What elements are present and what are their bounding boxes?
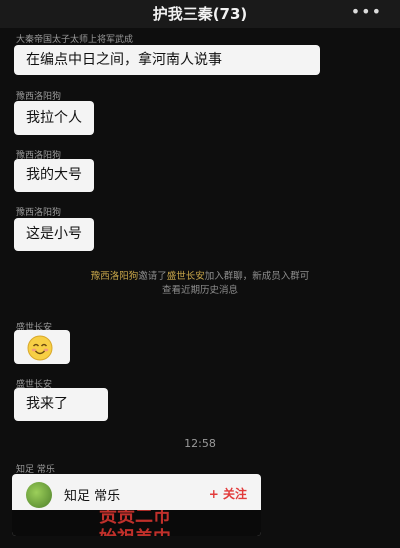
message-bubble[interactable]: 在编点中日之间，拿河南人说事 <box>14 45 320 75</box>
media-caption: 贡贡二币 始祖羌中 <box>70 510 200 536</box>
notice-rest: 加入群聊，新成员入群可 <box>204 271 310 282</box>
message-bubble[interactable]: 我来了 <box>14 388 108 421</box>
group-title: 护我三秦(73) <box>152 5 248 23</box>
invitee-name[interactable]: 盛世长安 <box>167 271 205 282</box>
card-media[interactable]: 贡贡二币 始祖羌中 <box>12 510 261 536</box>
history-link[interactable]: 查看近期历史消息 <box>162 285 238 296</box>
time-divider: 12:58 <box>184 437 216 450</box>
sender-name: 豫西洛阳狗 <box>16 208 62 218</box>
message-bubble[interactable]: 这是小号 <box>14 218 94 251</box>
green-avatar-icon <box>26 482 52 508</box>
more-dots-icon[interactable]: ••• <box>351 2 382 21</box>
card-name: 知足 常乐 <box>64 489 121 504</box>
chat-header: 护我三秦(73) ••• <box>0 0 400 28</box>
notice-verb: 邀请了 <box>138 271 167 282</box>
follow-button[interactable]: + 关注 <box>209 485 247 502</box>
message-bubble[interactable]: 我拉个人 <box>14 101 94 135</box>
chat-screen: 护我三秦(73) ••• 大秦帝国太子太师上将军武成 在编点中日之间，拿河南人说… <box>0 0 400 548</box>
message-bubble[interactable]: 我的大号 <box>14 159 94 192</box>
sender-name: 大秦帝国太子太师上将军武成 <box>16 35 134 45</box>
inviter-name[interactable]: 豫西洛阳狗 <box>91 271 139 282</box>
media-caption-line-1: 贡贡二币 <box>99 510 171 527</box>
shared-profile-card[interactable]: 知足 常乐 + 关注 贡贡二币 始祖羌中 <box>12 474 261 536</box>
smiling-emoji-icon <box>27 335 53 361</box>
media-caption-line-2: 始祖羌中 <box>99 528 171 536</box>
system-notice: 豫西洛阳狗邀请了盛世长安加入群聊，新成员入群可 查看近期历史消息 <box>0 270 400 298</box>
